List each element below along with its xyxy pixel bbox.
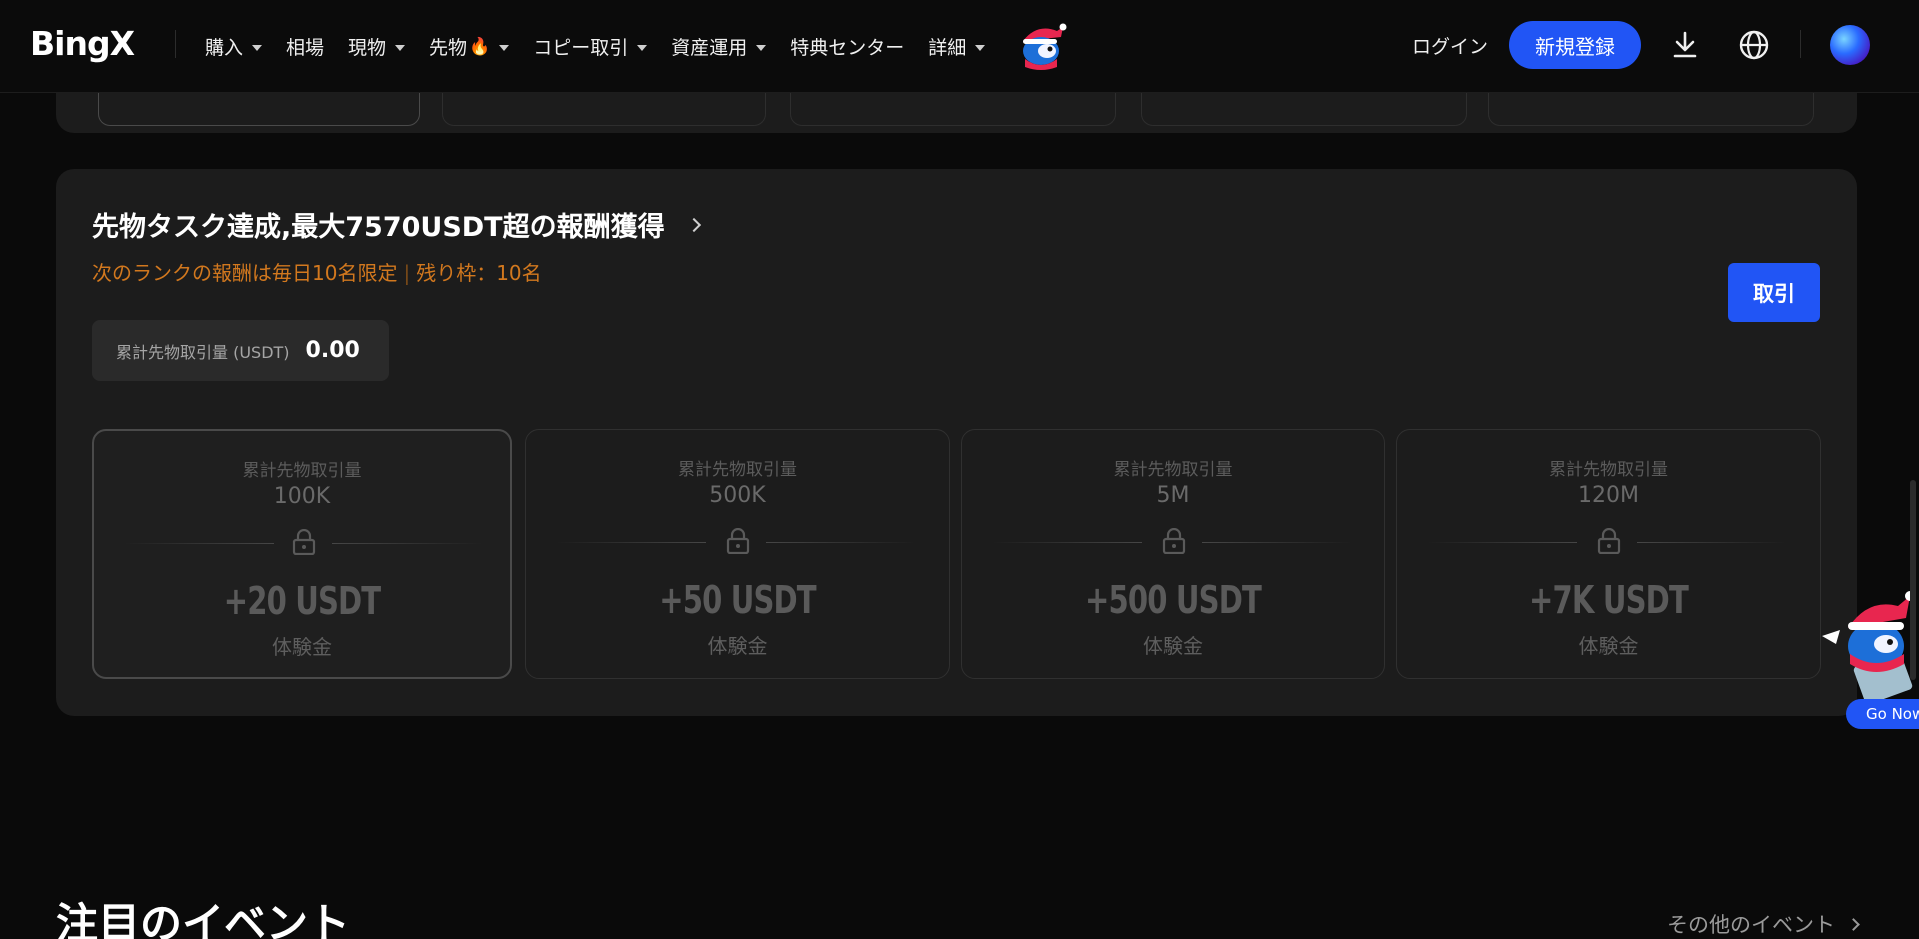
reward-tiers: 累計先物取引量 100K +20 USDT 体験金 累計先物取引量 500K +… <box>92 429 1823 679</box>
chevron-down-icon <box>637 44 648 51</box>
chevron-down-icon <box>499 44 510 51</box>
tier-threshold: 120M <box>1578 483 1639 508</box>
previous-card-stub[interactable] <box>442 88 766 126</box>
globe-icon[interactable] <box>1737 28 1771 62</box>
previous-card-stub[interactable] <box>98 88 420 126</box>
rank-notice: 次のランクの報酬は毎日10名限定 | 残り枠：10名 <box>92 261 542 285</box>
tier-reward: +7K USDT <box>1529 578 1689 622</box>
divider <box>992 542 1142 543</box>
nav-item-spot[interactable]: 現物 <box>348 0 406 93</box>
previous-card-stub[interactable] <box>1141 88 1467 126</box>
page-scrollbar[interactable] <box>1910 480 1916 680</box>
divider <box>332 543 482 544</box>
nav-item-futures[interactable]: 先物 🔥 <box>429 0 510 93</box>
chevron-down-icon <box>252 44 263 51</box>
previous-card-stub[interactable] <box>790 88 1116 126</box>
tier-reward: +20 USDT <box>223 579 381 623</box>
lock-icon <box>292 528 316 556</box>
divider <box>124 543 274 544</box>
more-events-link[interactable]: その他のイベント <box>1667 909 1860 939</box>
divider <box>1202 542 1352 543</box>
nav-item-earn[interactable]: 資産運用 <box>671 0 767 93</box>
tier-reward-type: 体験金 <box>1143 634 1203 658</box>
trade-button[interactable]: 取引 <box>1728 263 1820 322</box>
nav-divider <box>1800 30 1801 58</box>
tier-reward-type: 体験金 <box>707 634 768 658</box>
tier-threshold: 5M <box>1156 483 1190 508</box>
tier-reward: +500 USDT <box>1085 578 1262 622</box>
go-now-button[interactable]: Go Now <box>1846 699 1919 729</box>
reward-tier-card[interactable]: 累計先物取引量 100K +20 USDT 体験金 <box>92 429 512 679</box>
chevron-down-icon <box>975 44 986 51</box>
divider <box>1637 542 1787 543</box>
previous-card-stub[interactable] <box>1488 88 1814 126</box>
tier-label: 累計先物取引量 <box>1113 460 1233 480</box>
nav-item-copy-trading[interactable]: コピー取引 <box>533 0 648 93</box>
chevron-right-icon <box>1847 917 1860 931</box>
chevron-down-icon <box>756 44 767 51</box>
chevron-right-icon <box>686 217 701 232</box>
nav-divider <box>175 30 176 58</box>
tier-threshold: 500K <box>709 483 766 508</box>
featured-events-title: 注目のイベント <box>56 899 351 939</box>
tier-reward-type: 体験金 <box>1578 634 1639 658</box>
top-nav: BingX 購入 相場 現物 先物 🔥 コピー取引 資産運用 特典センター 詳細… <box>0 0 1919 93</box>
tier-label: 累計先物取引量 <box>678 460 797 480</box>
futures-task-title[interactable]: 先物タスク達成,最大7570USDT超の報酬獲得 <box>92 205 701 244</box>
volume-value: 0.00 <box>305 338 360 363</box>
santa-mascot-icon[interactable] <box>1017 23 1067 71</box>
user-avatar[interactable] <box>1830 25 1870 65</box>
nav-menu: 購入 相場 現物 先物 🔥 コピー取引 資産運用 特典センター 詳細 <box>205 0 1067 93</box>
volume-label: 累計先物取引量 (USDT) <box>116 342 290 362</box>
lock-icon <box>1597 527 1621 555</box>
reward-tier-card[interactable]: 累計先物取引量 120M +7K USDT 体験金 <box>1396 429 1821 679</box>
cumulative-volume-box: 累計先物取引量 (USDT) 0.00 <box>92 320 389 381</box>
reward-tier-card[interactable]: 累計先物取引量 5M +500 USDT 体験金 <box>961 429 1385 679</box>
page: BingX 購入 相場 現物 先物 🔥 コピー取引 資産運用 特典センター 詳細… <box>0 0 1919 939</box>
download-icon[interactable] <box>1668 28 1702 62</box>
fire-icon: 🔥 <box>469 36 491 57</box>
chevron-down-icon <box>395 44 406 51</box>
tier-threshold: 100K <box>273 484 331 509</box>
divider <box>1427 542 1577 543</box>
login-link[interactable]: ログイン <box>1412 32 1488 59</box>
futures-task-card: 先物タスク達成,最大7570USDT超の報酬獲得 次のランクの報酬は毎日10名限… <box>56 169 1857 716</box>
tier-label: 累計先物取引量 <box>242 461 362 481</box>
tier-label: 累計先物取引量 <box>1549 460 1668 480</box>
lock-icon <box>1162 527 1186 555</box>
signup-button[interactable]: 新規登録 <box>1509 21 1641 69</box>
tier-reward: +50 USDT <box>659 578 816 622</box>
bingx-logo[interactable]: BingX <box>30 26 144 62</box>
reward-tier-card[interactable]: 累計先物取引量 500K +50 USDT 体験金 <box>525 429 950 679</box>
nav-item-more[interactable]: 詳細 <box>928 0 986 93</box>
divider <box>556 542 706 543</box>
nav-item-markets[interactable]: 相場 <box>286 0 324 93</box>
lock-icon <box>726 527 750 555</box>
tier-reward-type: 体験金 <box>272 635 332 659</box>
nav-item-buy[interactable]: 購入 <box>205 0 263 93</box>
nav-item-rewards-center[interactable]: 特典センター <box>790 0 904 93</box>
divider <box>766 542 916 543</box>
